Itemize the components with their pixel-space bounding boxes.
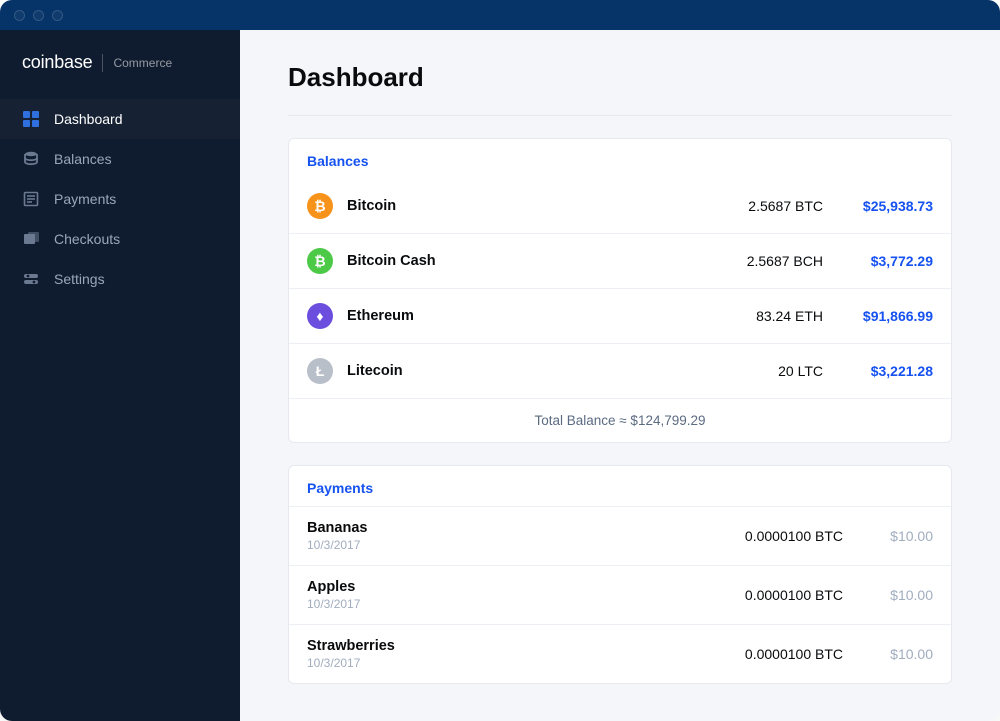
balances-icon	[22, 150, 40, 168]
payments-icon	[22, 190, 40, 208]
payment-date: 10/3/2017	[307, 656, 395, 670]
sidebar-item-label: Settings	[54, 271, 105, 287]
traffic-light-zoom[interactable]	[52, 10, 63, 21]
balance-name: Ethereum	[347, 308, 414, 324]
litecoin-icon: Ł	[307, 358, 333, 384]
balance-name: Bitcoin Cash	[347, 253, 436, 269]
payment-row[interactable]: Bananas 10/3/2017 0.0000100 BTC $10.00	[289, 506, 951, 565]
sidebar-item-settings[interactable]: Settings	[0, 259, 240, 299]
payments-heading[interactable]: Payments	[289, 466, 951, 506]
balance-usd: $3,221.28	[823, 363, 933, 379]
payment-name: Strawberries	[307, 638, 395, 654]
dashboard-icon	[22, 110, 40, 128]
brand-name: coinbase	[22, 52, 92, 73]
body: coinbase Commerce Dashboard Balances	[0, 30, 1000, 721]
titlebar	[0, 0, 1000, 30]
payment-qty: 0.0000100 BTC	[693, 587, 843, 603]
balance-usd: $91,866.99	[823, 308, 933, 324]
payment-row[interactable]: Strawberries 10/3/2017 0.0000100 BTC $10…	[289, 624, 951, 683]
balance-qty: 83.24 ETH	[693, 308, 823, 324]
payment-name: Apples	[307, 579, 360, 595]
balance-qty: 2.5687 BTC	[693, 198, 823, 214]
bitcoin-icon: ₿	[307, 193, 333, 219]
brand-sub: Commerce	[113, 56, 172, 70]
balance-row-ethereum[interactable]: ♦ Ethereum 83.24 ETH $91,866.99	[289, 288, 951, 343]
payment-name: Bananas	[307, 520, 367, 536]
settings-icon	[22, 270, 40, 288]
payment-usd: $10.00	[843, 587, 933, 603]
brand-separator	[102, 54, 103, 72]
balances-heading[interactable]: Balances	[289, 139, 951, 179]
balance-usd: $3,772.29	[823, 253, 933, 269]
divider	[288, 115, 952, 116]
app-window: coinbase Commerce Dashboard Balances	[0, 0, 1000, 721]
payment-date: 10/3/2017	[307, 538, 367, 552]
sidebar-item-label: Dashboard	[54, 111, 123, 127]
payments-card: Payments Bananas 10/3/2017 0.0000100 BTC…	[288, 465, 952, 684]
payment-qty: 0.0000100 BTC	[693, 528, 843, 544]
sidebar-item-label: Balances	[54, 151, 112, 167]
brand: coinbase Commerce	[0, 52, 240, 99]
payment-qty: 0.0000100 BTC	[693, 646, 843, 662]
nav: Dashboard Balances Payments	[0, 99, 240, 299]
balances-card: Balances ₿ Bitcoin 2.5687 BTC $25,938.73…	[288, 138, 952, 443]
balances-rows: ₿ Bitcoin 2.5687 BTC $25,938.73 ₿ Bitcoi…	[289, 179, 951, 398]
balance-name: Litecoin	[347, 363, 403, 379]
sidebar-item-balances[interactable]: Balances	[0, 139, 240, 179]
balance-qty: 2.5687 BCH	[693, 253, 823, 269]
traffic-light-minimize[interactable]	[33, 10, 44, 21]
payment-usd: $10.00	[843, 528, 933, 544]
sidebar-item-dashboard[interactable]: Dashboard	[0, 99, 240, 139]
payment-date: 10/3/2017	[307, 597, 360, 611]
balance-row-bitcoin[interactable]: ₿ Bitcoin 2.5687 BTC $25,938.73	[289, 179, 951, 233]
balance-qty: 20 LTC	[693, 363, 823, 379]
page-title: Dashboard	[288, 62, 952, 93]
sidebar-item-checkouts[interactable]: Checkouts	[0, 219, 240, 259]
balances-total: Total Balance ≈ $124,799.29	[289, 398, 951, 442]
sidebar: coinbase Commerce Dashboard Balances	[0, 30, 240, 721]
sidebar-item-payments[interactable]: Payments	[0, 179, 240, 219]
ethereum-icon: ♦	[307, 303, 333, 329]
balance-row-litecoin[interactable]: Ł Litecoin 20 LTC $3,221.28	[289, 343, 951, 398]
sidebar-item-label: Payments	[54, 191, 116, 207]
checkouts-icon	[22, 230, 40, 248]
payments-rows: Bananas 10/3/2017 0.0000100 BTC $10.00 A…	[289, 506, 951, 683]
balance-name: Bitcoin	[347, 198, 396, 214]
traffic-light-close[interactable]	[14, 10, 25, 21]
main: Dashboard Balances ₿ Bitcoin 2.5687 BTC …	[240, 30, 1000, 721]
balance-row-bitcoin-cash[interactable]: ₿ Bitcoin Cash 2.5687 BCH $3,772.29	[289, 233, 951, 288]
balance-usd: $25,938.73	[823, 198, 933, 214]
sidebar-item-label: Checkouts	[54, 231, 120, 247]
payment-usd: $10.00	[843, 646, 933, 662]
payment-row[interactable]: Apples 10/3/2017 0.0000100 BTC $10.00	[289, 565, 951, 624]
bitcoin-cash-icon: ₿	[307, 248, 333, 274]
